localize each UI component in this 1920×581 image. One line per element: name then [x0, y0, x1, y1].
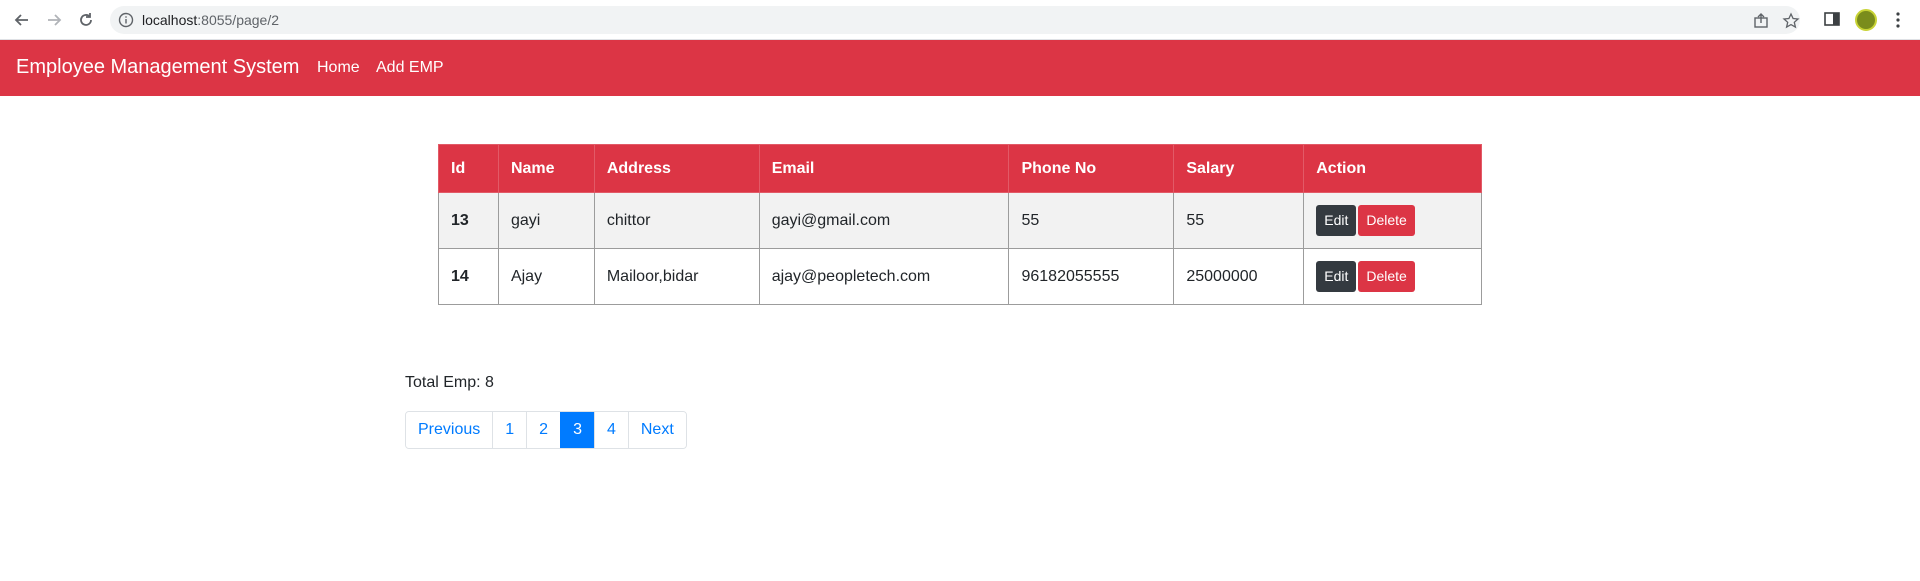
share-icon[interactable] [1752, 12, 1770, 30]
nav-link-home[interactable]: Home [317, 59, 360, 77]
edit-button[interactable]: Edit [1316, 261, 1357, 292]
pagination-previous[interactable]: Previous [406, 412, 493, 448]
header-name: Name [497, 144, 595, 193]
cell-id: 14 [438, 248, 499, 305]
pagination-page-1[interactable]: 1 [492, 412, 527, 448]
bookmark-star-icon[interactable] [1782, 12, 1800, 30]
pagination-page-4[interactable]: 4 [593, 412, 628, 448]
cell-salary: 25000000 [1173, 248, 1305, 305]
delete-button[interactable]: Delete [1358, 261, 1415, 292]
browser-toolbar: localhost:8055/page/2 [0, 0, 1920, 40]
table-row: 14 Ajay Mailoor,bidar ajay@peopletech.co… [438, 248, 1482, 305]
info-icon[interactable] [118, 12, 134, 33]
header-id: Id [438, 144, 499, 193]
reload-icon[interactable] [74, 8, 98, 32]
pagination: Previous 1 2 3 4 Next [405, 411, 687, 449]
forward-icon[interactable] [42, 8, 66, 32]
url-text: localhost:8055/page/2 [142, 12, 279, 28]
header-address: Address [593, 144, 760, 193]
cell-email: gayi@gmail.com [758, 192, 1010, 249]
nav-link-add-emp[interactable]: Add EMP [376, 59, 444, 77]
cell-address: chittor [593, 192, 760, 249]
cell-name: gayi [497, 192, 595, 249]
back-icon[interactable] [10, 8, 34, 32]
cell-actions: Edit Delete [1303, 192, 1482, 249]
side-panel-icon[interactable] [1823, 10, 1843, 30]
table-header-row: Id Name Address Email Phone No Salary Ac… [438, 144, 1482, 193]
header-salary: Salary [1173, 144, 1305, 193]
cell-id: 13 [438, 192, 499, 249]
url-host: localhost [142, 12, 198, 28]
kebab-menu-icon[interactable] [1888, 10, 1908, 30]
cell-name: Ajay [497, 248, 595, 305]
cell-address: Mailoor,bidar [593, 248, 760, 305]
cell-salary: 55 [1173, 192, 1305, 249]
table-row: 13 gayi chittor gayi@gmail.com 55 55 Edi… [438, 192, 1482, 249]
navbar: Employee Management System Home Add EMP [0, 40, 1920, 96]
cell-phone: 55 [1008, 192, 1175, 249]
navbar-brand[interactable]: Employee Management System [16, 56, 299, 79]
cell-actions: Edit Delete [1303, 248, 1482, 305]
delete-button[interactable]: Delete [1358, 205, 1415, 236]
pagination-next[interactable]: Next [627, 412, 686, 448]
pagination-page-3[interactable]: 3 [560, 412, 594, 448]
header-email: Email [758, 144, 1010, 193]
url-path: :8055/page/2 [197, 12, 280, 28]
edit-button[interactable]: Edit [1316, 205, 1357, 236]
header-phone: Phone No [1008, 144, 1175, 193]
cell-phone: 96182055555 [1008, 248, 1175, 305]
total-employees: Total Emp: 8 [405, 374, 494, 391]
address-bar[interactable]: localhost:8055/page/2 [110, 6, 1800, 34]
employee-table: Id Name Address Email Phone No Salary Ac… [438, 144, 1482, 305]
cell-email: ajay@peopletech.com [758, 248, 1010, 305]
pagination-page-2[interactable]: 2 [526, 412, 561, 448]
header-action: Action [1303, 144, 1482, 193]
profile-avatar[interactable] [1855, 9, 1877, 31]
